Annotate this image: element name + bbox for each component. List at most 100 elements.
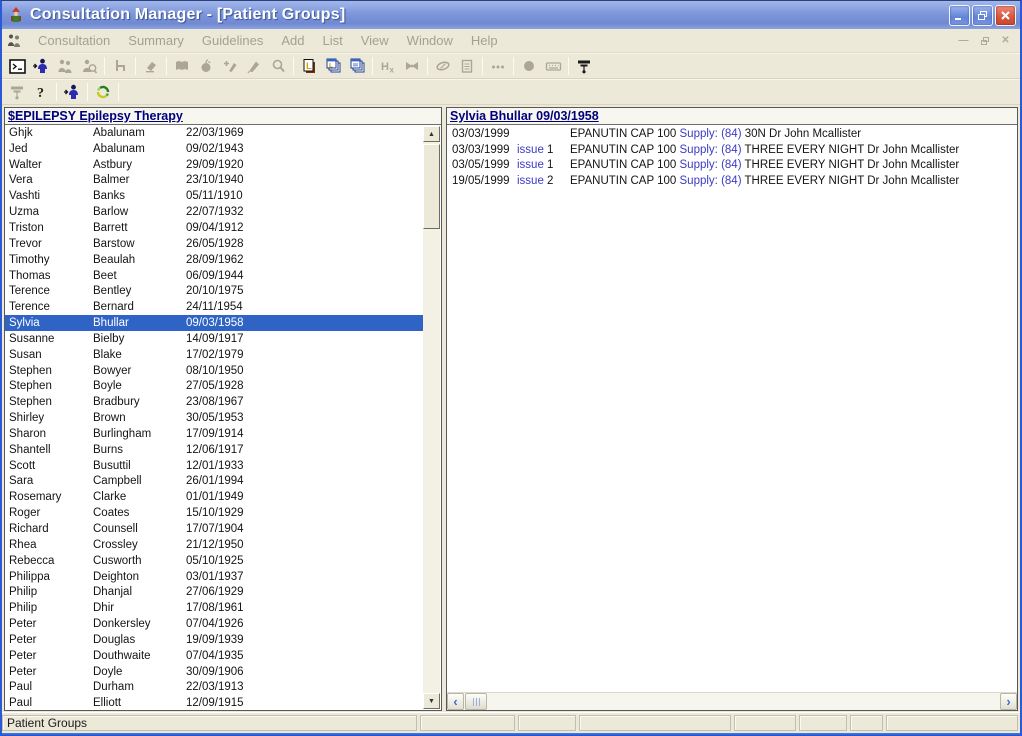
scroll-down-icon[interactable]: ▼: [423, 693, 440, 709]
journal-book-icon[interactable]: [170, 55, 194, 77]
medication-row[interactable]: 19/05/1999issue 2EPANUTIN CAP 100 Supply…: [447, 173, 1017, 189]
patient-row[interactable]: ShirleyBrown30/05/1953: [5, 410, 424, 426]
patient-row[interactable]: ScottBusuttil12/01/1933: [5, 458, 424, 474]
patient-row[interactable]: GhjkAbalunam22/03/1969: [5, 125, 424, 141]
ellipsis-icon[interactable]: [486, 55, 510, 77]
patient-find-icon[interactable]: [77, 55, 101, 77]
medication-row[interactable]: 03/03/1999EPANUTIN CAP 100 Supply: (84) …: [447, 126, 1017, 142]
menu-add[interactable]: Add: [272, 30, 313, 51]
tiled-windows-icon[interactable]: L: [321, 55, 345, 77]
patient-row[interactable]: SylviaBhullar09/03/1958: [5, 315, 424, 331]
consultation-tree-icon[interactable]: [5, 81, 29, 103]
record-circle-icon[interactable]: [517, 55, 541, 77]
menu-help[interactable]: Help: [462, 30, 507, 51]
patient-first-name: Roger: [5, 507, 93, 519]
history-hx-icon[interactable]: Hx: [376, 55, 400, 77]
cascade-windows-icon[interactable]: [345, 55, 369, 77]
menu-consultation[interactable]: Consultation: [29, 30, 119, 51]
patient-row[interactable]: VeraBalmer23/10/1940: [5, 173, 424, 189]
notepad-icon[interactable]: [455, 55, 479, 77]
patient-last-name: Doyle: [93, 666, 186, 678]
patient-first-name: Peter: [5, 650, 93, 662]
patient-row[interactable]: VashtiBanks05/11/1910: [5, 188, 424, 204]
patient-last-name: Busuttil: [93, 460, 186, 472]
patient-first-name: Peter: [5, 634, 93, 646]
patient-row[interactable]: RebeccaCusworth05/10/1925: [5, 553, 424, 569]
mdi-minimize-icon[interactable]: —: [955, 33, 972, 48]
patient-row[interactable]: RogerCoates15/10/1929: [5, 505, 424, 521]
patient-row[interactable]: WalterAstbury29/09/1920: [5, 157, 424, 173]
patient-row[interactable]: StephenBoyle27/05/1928: [5, 379, 424, 395]
patient-row[interactable]: RichardCounsell17/07/1904: [5, 521, 424, 537]
patient-row[interactable]: SusanneBielby14/09/1917: [5, 331, 424, 347]
keyboard-icon[interactable]: [541, 55, 565, 77]
status-text: Patient Groups: [2, 715, 417, 731]
medication-pill-icon[interactable]: [431, 55, 455, 77]
patient-row[interactable]: PaulElliott12/09/1915: [5, 695, 424, 710]
close-icon[interactable]: [995, 5, 1016, 26]
consultation-tree-icon[interactable]: [572, 55, 596, 77]
patient-row[interactable]: StephenBradbury23/08/1967: [5, 394, 424, 410]
apple-icon[interactable]: [194, 55, 218, 77]
patient-row[interactable]: TristonBarrett09/04/1912: [5, 220, 424, 236]
mdi-restore-icon[interactable]: [976, 33, 993, 48]
eraser-icon[interactable]: [139, 55, 163, 77]
select-patient-icon[interactable]: [60, 81, 84, 103]
menu-view[interactable]: View: [352, 30, 398, 51]
menu-guidelines[interactable]: Guidelines: [193, 30, 272, 51]
patient-row[interactable]: PeterDouthwaite07/04/1935: [5, 648, 424, 664]
patient-row[interactable]: TimothyBeaulah28/09/1962: [5, 252, 424, 268]
patient-row[interactable]: PhilipDhanjal27/06/1929: [5, 584, 424, 600]
medication-row[interactable]: 03/05/1999issue 1EPANUTIN CAP 100 Supply…: [447, 158, 1017, 174]
refresh-cycle-icon[interactable]: [91, 81, 115, 103]
patient-dob: 28/09/1962: [186, 254, 424, 266]
patient-row[interactable]: TerenceBernard24/11/1954: [5, 299, 424, 315]
help-question-icon[interactable]: ?: [29, 81, 53, 103]
pen-icon[interactable]: [242, 55, 266, 77]
patient-dob: 17/08/1961: [186, 602, 424, 614]
toolbar-separator: [56, 83, 57, 101]
scroll-right-icon[interactable]: ›: [1000, 693, 1017, 710]
appointment-chair-icon[interactable]: [108, 55, 132, 77]
vertical-scrollbar[interactable]: ▲ ▼: [423, 126, 440, 709]
read-code-book-icon[interactable]: L: [297, 55, 321, 77]
restore-icon[interactable]: [972, 5, 993, 26]
patient-dob: 03/01/1937: [186, 571, 424, 583]
patient-row[interactable]: UzmaBarlow22/07/1932: [5, 204, 424, 220]
patient-row[interactable]: ThomasBeet06/09/1944: [5, 268, 424, 284]
patient-row[interactable]: PhilippaDeighton03/01/1937: [5, 569, 424, 585]
patient-row[interactable]: SusanBlake17/02/1979: [5, 347, 424, 363]
patient-pair-icon[interactable]: [53, 55, 77, 77]
scroll-left-icon[interactable]: ‹: [447, 693, 464, 710]
add-entry-icon[interactable]: [218, 55, 242, 77]
patient-row[interactable]: SaraCampbell26/01/1994: [5, 474, 424, 490]
patient-row[interactable]: StephenBowyer08/10/1950: [5, 363, 424, 379]
patient-row[interactable]: ShantellBurns12/06/1917: [5, 442, 424, 458]
menu-window[interactable]: Window: [398, 30, 462, 51]
scroll-up-icon[interactable]: ▲: [423, 126, 440, 142]
patient-row[interactable]: PaulDurham22/03/1913: [5, 680, 424, 696]
patient-row[interactable]: PhilipDhir17/08/1961: [5, 600, 424, 616]
hscrollbar-thumb[interactable]: [465, 693, 487, 710]
patient-row[interactable]: SharonBurlingham17/09/1914: [5, 426, 424, 442]
patient-row[interactable]: RosemaryClarke01/01/1949: [5, 489, 424, 505]
patient-row[interactable]: JedAbalunam09/02/1943: [5, 141, 424, 157]
patient-row[interactable]: TerenceBentley20/10/1975: [5, 283, 424, 299]
mdi-close-icon[interactable]: ✕: [997, 33, 1014, 48]
dressing-bow-icon[interactable]: [400, 55, 424, 77]
magnifier-icon[interactable]: [266, 55, 290, 77]
patient-row[interactable]: RheaCrossley21/12/1950: [5, 537, 424, 553]
menu-summary[interactable]: Summary: [119, 30, 193, 51]
patient-row[interactable]: PeterDouglas19/09/1939: [5, 632, 424, 648]
minimize-icon[interactable]: [949, 5, 970, 26]
patient-dob: 22/03/1969: [186, 127, 424, 139]
patient-row[interactable]: TrevorBarstow26/05/1928: [5, 236, 424, 252]
horizontal-scrollbar[interactable]: ‹ ›: [447, 692, 1017, 710]
vscrollbar-thumb[interactable]: [423, 144, 440, 229]
patient-row[interactable]: PeterDonkersley07/04/1926: [5, 616, 424, 632]
form-window-icon[interactable]: [5, 55, 29, 77]
medication-row[interactable]: 03/03/1999issue 1EPANUTIN CAP 100 Supply…: [447, 142, 1017, 158]
patient-row[interactable]: PeterDoyle30/09/1906: [5, 664, 424, 680]
select-patient-icon[interactable]: [29, 55, 53, 77]
menu-list[interactable]: List: [313, 30, 351, 51]
